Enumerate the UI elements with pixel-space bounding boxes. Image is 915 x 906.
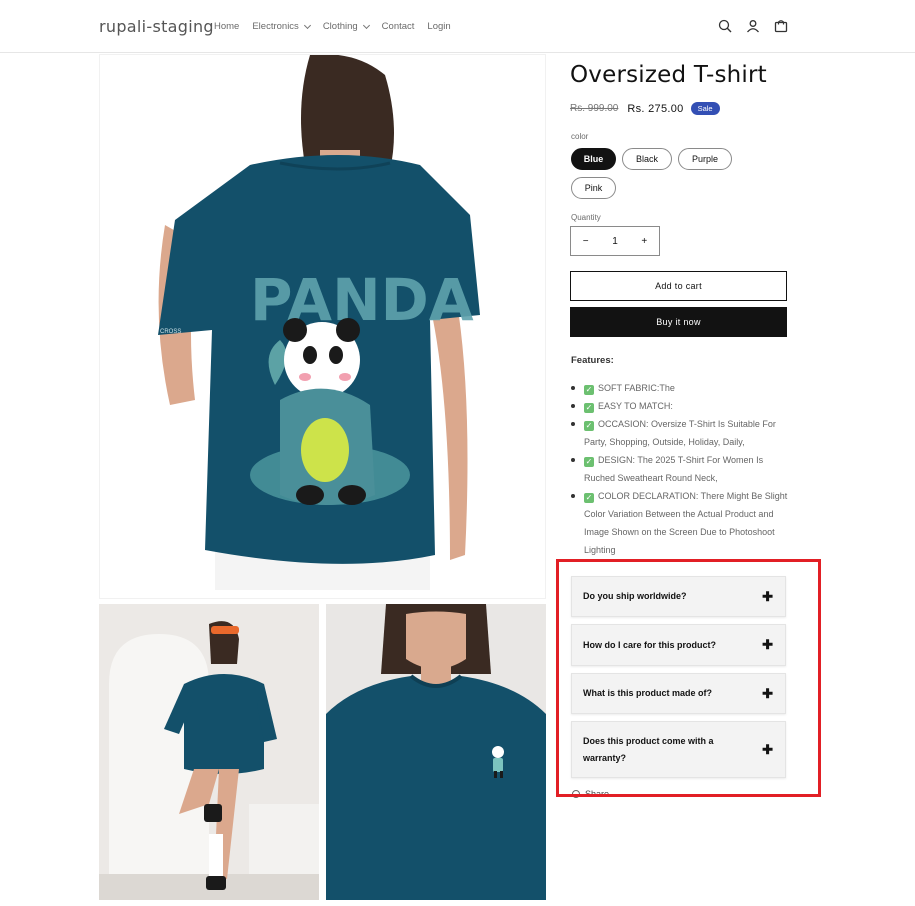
feature-item: ✓ OCCASION: Oversize T-Shirt Is Suitable … xyxy=(571,415,789,451)
product-title: Oversized T-shirt xyxy=(570,62,767,88)
color-label: color xyxy=(571,132,589,141)
account-icon[interactable] xyxy=(744,17,762,35)
site-logo[interactable]: rupali-staging xyxy=(99,17,214,36)
color-option-purple[interactable]: Purple xyxy=(678,148,732,170)
features-heading: Features: xyxy=(571,355,614,366)
nav-item-electronics[interactable]: Electronics xyxy=(252,21,311,32)
main-nav: Home Electronics Clothing Contact Login xyxy=(214,21,464,32)
feature-item: ✓ SOFT FABRIC:The xyxy=(571,379,789,397)
sale-badge: Sale xyxy=(690,102,720,115)
buy-now-button[interactable]: Buy it now xyxy=(570,307,787,337)
nav-item-login[interactable]: Login xyxy=(427,21,450,32)
nav-label: Electronics xyxy=(252,21,299,32)
header-icons xyxy=(716,17,790,35)
quantity-stepper: − 1 + xyxy=(570,226,660,256)
nav-item-clothing[interactable]: Clothing xyxy=(322,21,370,32)
decrease-quantity-button[interactable]: − xyxy=(571,236,600,247)
nav-label: Clothing xyxy=(322,21,358,32)
chevron-down-icon xyxy=(362,21,370,29)
print-text: PANDA xyxy=(250,266,474,334)
site-header: rupali-staging Home Electronics Clothing… xyxy=(0,0,915,53)
feature-text: SOFT FABRIC:The xyxy=(598,383,675,393)
price-row: Rs. 999.00 Rs. 275.00 Sale xyxy=(570,102,720,115)
highlight-box xyxy=(556,559,821,797)
nav-item-contact[interactable]: Contact xyxy=(382,21,415,32)
features-list: ✓ SOFT FABRIC:The ✓ EASY TO MATCH: ✓ OCCASI… xyxy=(571,379,789,559)
feature-item: ✓ COLOR DECLARATION: There Might Be Sligh… xyxy=(571,487,789,559)
checkmark-icon: ✓ xyxy=(584,403,594,413)
search-icon[interactable] xyxy=(716,17,734,35)
cart-icon[interactable] xyxy=(772,17,790,35)
feature-text: COLOR DECLARATION: There Might Be Slight… xyxy=(584,491,788,555)
feature-text: DESIGN: The 2025 T-Shirt For Women Is Ru… xyxy=(584,455,764,483)
quantity-label: Quantity xyxy=(571,213,601,222)
checkmark-icon: ✓ xyxy=(584,385,594,395)
add-to-cart-button[interactable]: Add to cart xyxy=(570,271,787,301)
product-thumbnail[interactable] xyxy=(326,604,546,900)
checkmark-icon: ✓ xyxy=(584,493,594,503)
nav-item-home[interactable]: Home xyxy=(214,21,239,32)
nav-label: Contact xyxy=(381,21,415,32)
quantity-input[interactable]: 1 xyxy=(600,236,629,247)
original-price: Rs. 999.00 xyxy=(570,103,619,114)
sale-price: Rs. 275.00 xyxy=(627,102,684,115)
feature-text: OCCASION: Oversize T-Shirt Is Suitable F… xyxy=(584,419,776,447)
increase-quantity-button[interactable]: + xyxy=(630,236,659,247)
product-main-image[interactable]: PANDA CROSS xyxy=(99,54,546,599)
svg-text:CROSS: CROSS xyxy=(160,329,181,335)
feature-text: EASY TO MATCH: xyxy=(598,401,673,411)
checkmark-icon: ✓ xyxy=(584,421,594,431)
product-thumbnail[interactable] xyxy=(99,604,319,900)
feature-item: ✓ EASY TO MATCH: xyxy=(571,397,789,415)
color-option-blue[interactable]: Blue xyxy=(571,148,616,170)
checkmark-icon: ✓ xyxy=(584,457,594,467)
nav-label: Login xyxy=(427,21,451,32)
nav-label: Home xyxy=(214,21,240,32)
color-option-pink[interactable]: Pink xyxy=(571,177,616,199)
feature-item: ✓ DESIGN: The 2025 T-Shirt For Women Is R… xyxy=(571,451,789,487)
chevron-down-icon xyxy=(303,21,311,29)
color-option-black[interactable]: Black xyxy=(622,148,672,170)
